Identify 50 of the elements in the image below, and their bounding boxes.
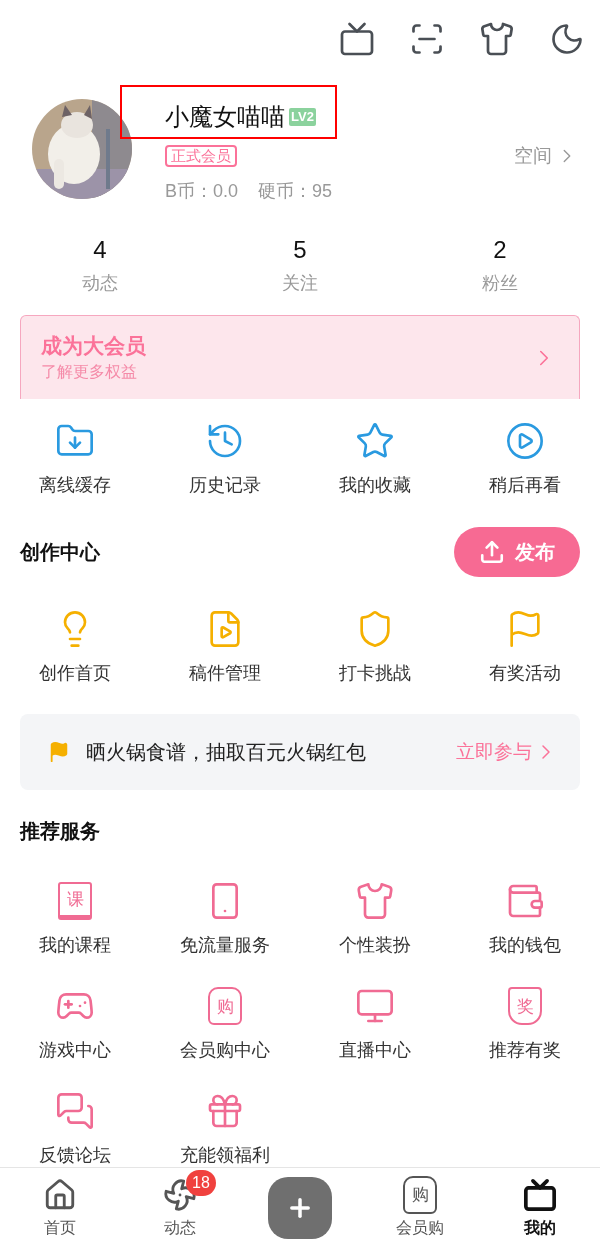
icon-glyph: 购 bbox=[216, 997, 234, 1015]
creation-item[interactable]: 打卡挑战 bbox=[300, 609, 450, 686]
quick-action[interactable]: 我的收藏 bbox=[300, 421, 450, 498]
stat-count[interactable]: 5 bbox=[293, 235, 307, 266]
service-item[interactable]: 购 会员购中心 bbox=[150, 986, 300, 1062]
service-item[interactable]: 充能领福利 bbox=[150, 1091, 300, 1167]
create-button[interactable] bbox=[268, 1176, 332, 1239]
section-title: 推荐服务 bbox=[20, 819, 101, 844]
shirt-icon[interactable] bbox=[479, 20, 515, 57]
b-coin-balance: B币：0.0 bbox=[165, 180, 239, 204]
tab-bar-item[interactable]: 首页 bbox=[43, 1177, 77, 1238]
service-item[interactable]: 奖 推荐有奖 bbox=[450, 986, 600, 1062]
promo-banner[interactable]: 晒火锅食谱，抽取百元火锅红包 立即参与 bbox=[20, 714, 580, 790]
creation-item[interactable]: 有奖活动 bbox=[450, 609, 600, 686]
username: 小魔女喵喵 bbox=[165, 101, 285, 132]
quick-action[interactable]: 离线缓存 bbox=[0, 421, 150, 498]
section-title: 创作中心 bbox=[20, 540, 100, 566]
member-tag: 正式会员 bbox=[165, 144, 237, 167]
creation-item[interactable]: 创作首页 bbox=[0, 609, 150, 686]
stat-count[interactable]: 2 bbox=[493, 235, 507, 266]
home-icon bbox=[43, 1177, 77, 1212]
notification-badge: 18 bbox=[186, 1169, 216, 1196]
service-item[interactable]: 个性装扮 bbox=[300, 881, 450, 957]
quick-action[interactable]: 稍后再看 bbox=[450, 421, 600, 498]
play-icon bbox=[505, 421, 545, 462]
flag-icon bbox=[48, 741, 70, 764]
chat-icon bbox=[55, 1091, 95, 1131]
service-item[interactable]: 免流量服务 bbox=[150, 881, 300, 957]
upload-icon bbox=[479, 539, 505, 566]
vip-title: 成为大会员 bbox=[41, 332, 146, 359]
service-item[interactable]: 课 我的课程 bbox=[0, 881, 150, 957]
icon-glyph: 购 bbox=[411, 1186, 429, 1203]
vip-subtitle: 了解更多权益 bbox=[41, 361, 138, 382]
shirt-icon bbox=[355, 881, 395, 921]
icon-glyph: 课 bbox=[66, 891, 84, 908]
service-item[interactable]: 直播中心 bbox=[300, 986, 450, 1062]
stat-count[interactable]: 4 bbox=[93, 235, 107, 266]
tab-bar-item[interactable]: 购 会员购 bbox=[396, 1177, 444, 1238]
quick-action[interactable]: 历史记录 bbox=[150, 421, 300, 498]
service-item[interactable]: 反馈论坛 bbox=[0, 1091, 150, 1167]
service-item[interactable]: 我的钱包 bbox=[450, 881, 600, 957]
promo-text: 晒火锅食谱，抽取百元火锅红包 bbox=[86, 740, 367, 766]
tv-icon[interactable] bbox=[339, 20, 375, 57]
creation-item[interactable]: 稿件管理 bbox=[150, 609, 300, 686]
service-item[interactable]: 游戏中心 bbox=[0, 986, 150, 1062]
tv-icon bbox=[523, 1177, 557, 1212]
icon-glyph: 奖 bbox=[516, 997, 534, 1015]
coin-balance: 硬币：95 bbox=[258, 180, 333, 204]
level-badge: LV2 bbox=[289, 107, 316, 126]
tab-bar-item[interactable]: 我的 bbox=[523, 1177, 557, 1238]
